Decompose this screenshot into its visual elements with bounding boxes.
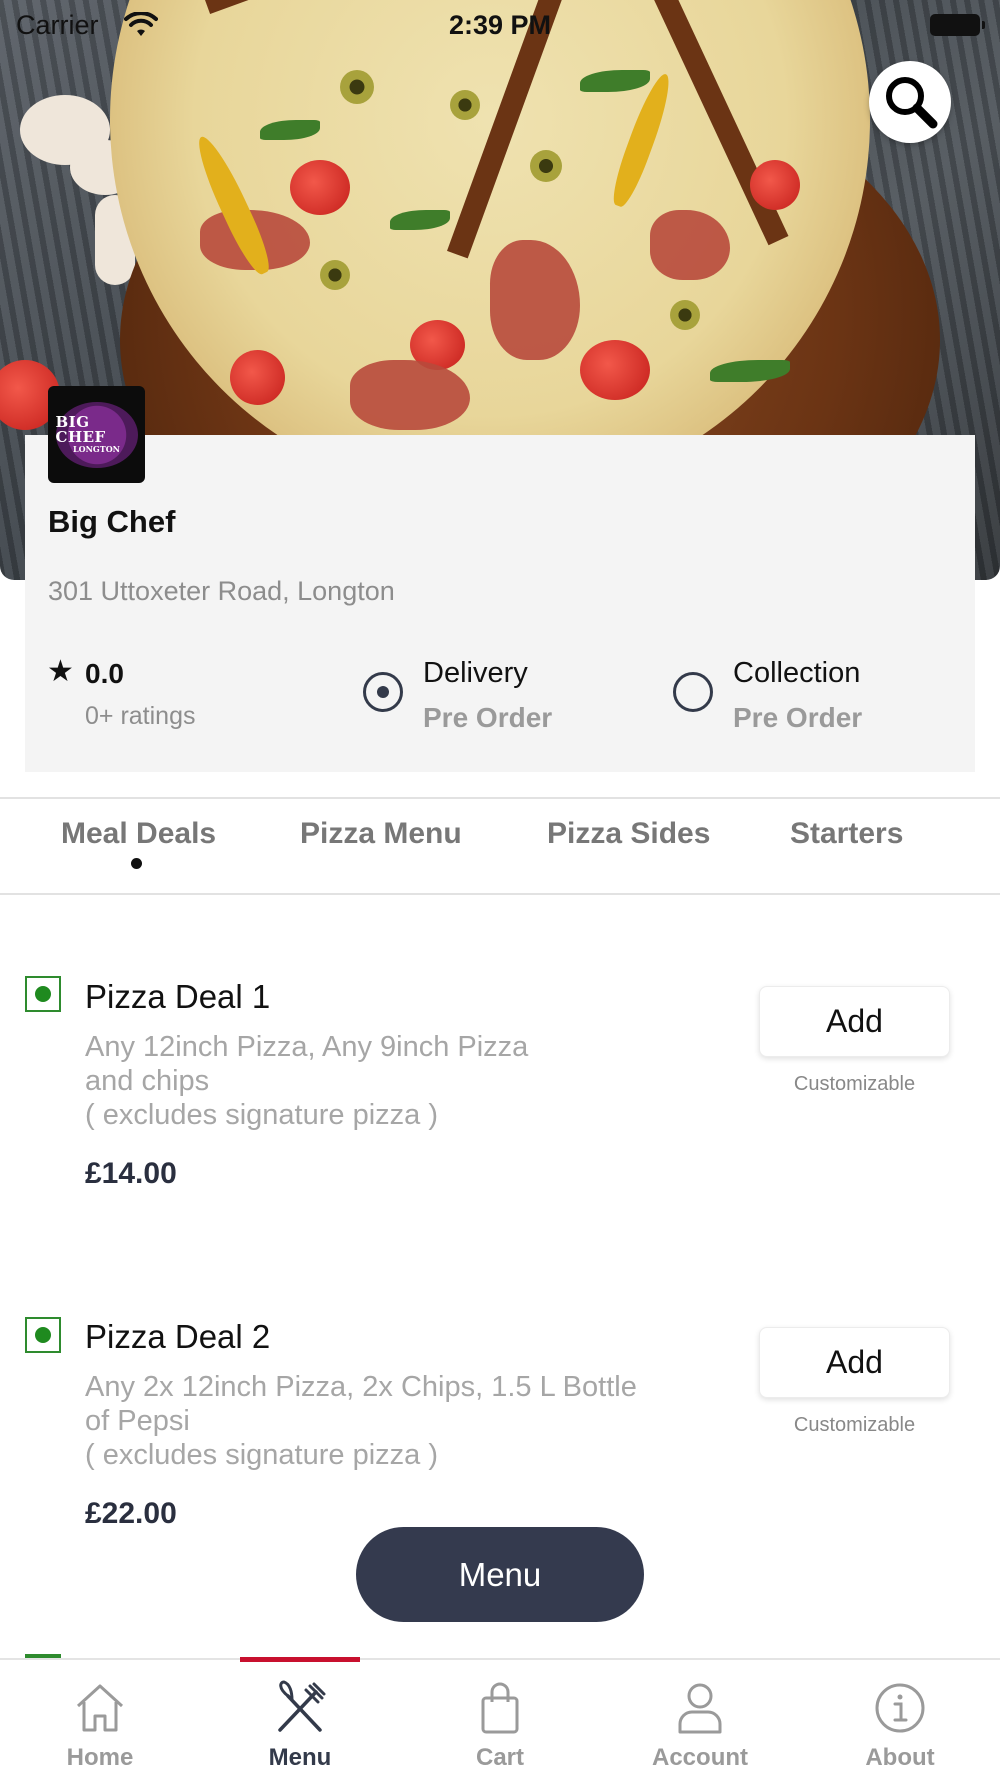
nav-account[interactable]: Account (600, 1660, 800, 1778)
active-nav-indicator (240, 1657, 360, 1662)
search-button[interactable] (869, 61, 951, 143)
collection-preorder-label: Pre Order (733, 702, 863, 733)
delivery-label: Delivery (423, 657, 528, 689)
veg-icon (25, 1317, 61, 1353)
customizable-label: Customizable (793, 1414, 916, 1436)
item-name: Pizza Deal 2 (85, 1318, 271, 1355)
add-button[interactable]: Add (759, 986, 950, 1057)
rating-value: 0.0 (85, 658, 124, 689)
bottom-navigation: Home Menu Cart Account About (0, 1658, 1000, 1778)
nav-account-label: Account (652, 1744, 748, 1771)
item-price: £22.00 (85, 1497, 177, 1530)
nav-about-label: About (865, 1744, 935, 1771)
tab-pizza-sides[interactable]: Pizza Sides (547, 817, 710, 851)
rating-count: 0+ ratings (85, 702, 196, 730)
nav-home-label: Home (66, 1744, 134, 1771)
item-name: Pizza Deal 1 (85, 978, 271, 1015)
item-description: Any 12inch Pizza, Any 9inch Pizza and ch… (85, 1031, 529, 1131)
veg-icon (25, 976, 61, 1012)
nav-home[interactable]: Home (0, 1660, 200, 1778)
restaurant-address: 301 Uttoxeter Road, Longton (48, 576, 395, 606)
info-icon (875, 1683, 925, 1733)
logo-text: BIG CHEF (55, 412, 106, 446)
tab-pizza-menu[interactable]: Pizza Menu (300, 817, 462, 851)
nav-about[interactable]: About (800, 1660, 1000, 1778)
restaurant-name: Big Chef (48, 504, 176, 539)
search-icon (886, 77, 938, 129)
nav-menu[interactable]: Menu (200, 1660, 400, 1778)
add-button[interactable]: Add (759, 1327, 950, 1398)
nav-cart-label: Cart (475, 1744, 524, 1771)
nav-cart[interactable]: Cart (400, 1660, 600, 1778)
collection-label: Collection (733, 657, 861, 689)
home-icon (76, 1684, 124, 1732)
star-icon: ★ (47, 655, 74, 688)
tab-meal-deals[interactable]: Meal Deals (61, 817, 216, 851)
collection-radio[interactable] (673, 672, 713, 712)
category-tabs: Meal Deals Pizza Menu Pizza Sides Starte… (0, 797, 1000, 895)
active-tab-indicator (131, 858, 142, 869)
menu-button[interactable]: Menu (356, 1527, 644, 1622)
shopping-bag-icon (481, 1682, 519, 1734)
delivery-radio[interactable] (363, 672, 403, 712)
status-time: 2:39 PM (448, 10, 552, 40)
battery-icon (930, 14, 985, 36)
restaurant-logo: BIG CHEF LONGTON (48, 386, 145, 483)
item-price: £14.00 (85, 1157, 177, 1190)
person-icon (678, 1683, 722, 1734)
delivery-preorder-label: Pre Order (423, 702, 553, 733)
item-description: Any 2x 12inch Pizza, 2x Chips, 1.5 L Bot… (85, 1371, 637, 1471)
tab-starters[interactable]: Starters (790, 817, 903, 851)
nav-menu-label: Menu (268, 1744, 332, 1771)
logo-subtext: LONGTON (73, 443, 120, 454)
status-bar: Carrier 2:39 PM (0, 0, 1000, 50)
customizable-label: Customizable (793, 1073, 916, 1095)
fork-knife-icon (278, 1680, 326, 1732)
